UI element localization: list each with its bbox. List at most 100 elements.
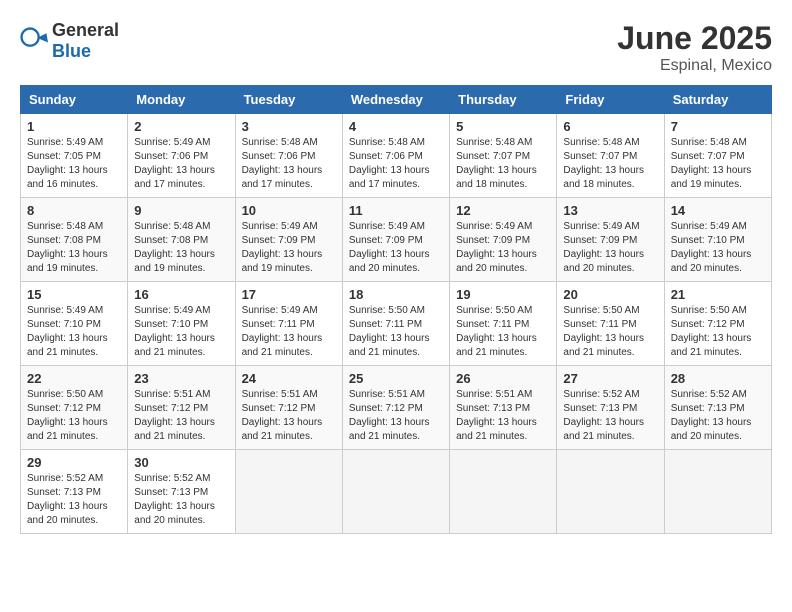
calendar-week-row: 29 Sunrise: 5:52 AMSunset: 7:13 PMDayligh… <box>21 450 772 534</box>
day-number: 3 <box>242 119 336 134</box>
day-info: Sunrise: 5:49 AMSunset: 7:10 PMDaylight:… <box>671 220 765 276</box>
header-wednesday: Wednesday <box>342 86 449 114</box>
table-row: 1 Sunrise: 5:49 AMSunset: 7:05 PMDaylight… <box>21 114 128 198</box>
page-header: General Blue June 2025 Espinal, Mexico <box>20 20 772 75</box>
day-info: Sunrise: 5:50 AMSunset: 7:11 PMDaylight:… <box>456 304 550 360</box>
table-row: 16 Sunrise: 5:49 AMSunset: 7:10 PMDayligh… <box>128 282 235 366</box>
day-info: Sunrise: 5:48 AMSunset: 7:08 PMDaylight:… <box>27 220 121 276</box>
day-number: 14 <box>671 203 765 218</box>
header-sunday: Sunday <box>21 86 128 114</box>
title-area: June 2025 Espinal, Mexico <box>617 20 772 75</box>
logo-text-general: General <box>52 20 119 40</box>
day-number: 23 <box>134 371 228 386</box>
day-info: Sunrise: 5:48 AMSunset: 7:08 PMDaylight:… <box>134 220 228 276</box>
day-info: Sunrise: 5:52 AMSunset: 7:13 PMDaylight:… <box>134 472 228 528</box>
table-row <box>342 450 449 534</box>
day-info: Sunrise: 5:49 AMSunset: 7:10 PMDaylight:… <box>27 304 121 360</box>
month-title: June 2025 <box>617 20 772 57</box>
day-number: 1 <box>27 119 121 134</box>
day-info: Sunrise: 5:48 AMSunset: 7:07 PMDaylight:… <box>456 136 550 192</box>
table-row: 18 Sunrise: 5:50 AMSunset: 7:11 PMDayligh… <box>342 282 449 366</box>
day-number: 20 <box>563 287 657 302</box>
day-info: Sunrise: 5:49 AMSunset: 7:09 PMDaylight:… <box>563 220 657 276</box>
day-info: Sunrise: 5:52 AMSunset: 7:13 PMDaylight:… <box>27 472 121 528</box>
calendar-week-row: 8 Sunrise: 5:48 AMSunset: 7:08 PMDaylight… <box>21 198 772 282</box>
day-number: 5 <box>456 119 550 134</box>
day-number: 6 <box>563 119 657 134</box>
table-row <box>235 450 342 534</box>
calendar-week-row: 22Sunrise: 5:50 AMSunset: 7:12 PMDayligh… <box>21 366 772 450</box>
table-row: 24 Sunrise: 5:51 AMSunset: 7:12 PMDayligh… <box>235 366 342 450</box>
table-row: 14 Sunrise: 5:49 AMSunset: 7:10 PMDayligh… <box>664 198 771 282</box>
table-row: 13 Sunrise: 5:49 AMSunset: 7:09 PMDayligh… <box>557 198 664 282</box>
table-row: 21 Sunrise: 5:50 AMSunset: 7:12 PMDayligh… <box>664 282 771 366</box>
day-number: 13 <box>563 203 657 218</box>
day-info: Sunrise: 5:49 AMSunset: 7:10 PMDaylight:… <box>134 304 228 360</box>
day-info: Sunrise: 5:51 AMSunset: 7:12 PMDaylight:… <box>349 388 443 444</box>
table-row: 28 Sunrise: 5:52 AMSunset: 7:13 PMDayligh… <box>664 366 771 450</box>
day-info: Sunrise: 5:51 AMSunset: 7:12 PMDaylight:… <box>134 388 228 444</box>
header-saturday: Saturday <box>664 86 771 114</box>
table-row <box>450 450 557 534</box>
logo-icon <box>20 27 48 55</box>
table-row: 9 Sunrise: 5:48 AMSunset: 7:08 PMDaylight… <box>128 198 235 282</box>
table-row: 4Sunrise: 5:48 AMSunset: 7:06 PMDaylight… <box>342 114 449 198</box>
day-info: Sunrise: 5:51 AMSunset: 7:12 PMDaylight:… <box>242 388 336 444</box>
table-row: 15 Sunrise: 5:49 AMSunset: 7:10 PMDayligh… <box>21 282 128 366</box>
day-number: 30 <box>134 455 228 470</box>
day-number: 11 <box>349 203 443 218</box>
day-number: 7 <box>671 119 765 134</box>
day-info: Sunrise: 5:48 AMSunset: 7:06 PMDaylight:… <box>242 136 336 192</box>
table-row: 7 Sunrise: 5:48 AMSunset: 7:07 PMDaylight… <box>664 114 771 198</box>
day-number: 29 <box>27 455 121 470</box>
day-info: Sunrise: 5:50 AMSunset: 7:11 PMDaylight:… <box>563 304 657 360</box>
day-number: 12 <box>456 203 550 218</box>
table-row: 25 Sunrise: 5:51 AMSunset: 7:12 PMDayligh… <box>342 366 449 450</box>
table-row: 10Sunrise: 5:49 AMSunset: 7:09 PMDayligh… <box>235 198 342 282</box>
day-info: Sunrise: 5:52 AMSunset: 7:13 PMDaylight:… <box>671 388 765 444</box>
table-row: 20 Sunrise: 5:50 AMSunset: 7:11 PMDayligh… <box>557 282 664 366</box>
day-number: 8 <box>27 203 121 218</box>
day-number: 19 <box>456 287 550 302</box>
day-number: 9 <box>134 203 228 218</box>
day-number: 15 <box>27 287 121 302</box>
table-row: 19 Sunrise: 5:50 AMSunset: 7:11 PMDayligh… <box>450 282 557 366</box>
table-row: 11Sunrise: 5:49 AMSunset: 7:09 PMDayligh… <box>342 198 449 282</box>
day-info: Sunrise: 5:49 AMSunset: 7:05 PMDaylight:… <box>27 136 121 192</box>
header-tuesday: Tuesday <box>235 86 342 114</box>
day-number: 25 <box>349 371 443 386</box>
day-info: Sunrise: 5:48 AMSunset: 7:07 PMDaylight:… <box>671 136 765 192</box>
day-number: 4 <box>349 119 443 134</box>
day-number: 27 <box>563 371 657 386</box>
calendar-week-row: 15 Sunrise: 5:49 AMSunset: 7:10 PMDayligh… <box>21 282 772 366</box>
day-number: 24 <box>242 371 336 386</box>
day-info: Sunrise: 5:52 AMSunset: 7:13 PMDaylight:… <box>563 388 657 444</box>
day-number: 26 <box>456 371 550 386</box>
location-title: Espinal, Mexico <box>617 57 772 75</box>
day-info: Sunrise: 5:51 AMSunset: 7:13 PMDaylight:… <box>456 388 550 444</box>
table-row <box>664 450 771 534</box>
day-info: Sunrise: 5:50 AMSunset: 7:12 PMDaylight:… <box>671 304 765 360</box>
day-info: Sunrise: 5:48 AMSunset: 7:07 PMDaylight:… <box>563 136 657 192</box>
table-row: 17Sunrise: 5:49 AMSunset: 7:11 PMDayligh… <box>235 282 342 366</box>
day-number: 21 <box>671 287 765 302</box>
calendar-table: Sunday Monday Tuesday Wednesday Thursday… <box>20 85 772 534</box>
table-row: 8 Sunrise: 5:48 AMSunset: 7:08 PMDaylight… <box>21 198 128 282</box>
header-thursday: Thursday <box>450 86 557 114</box>
table-row: 5 Sunrise: 5:48 AMSunset: 7:07 PMDaylight… <box>450 114 557 198</box>
day-number: 18 <box>349 287 443 302</box>
day-info: Sunrise: 5:50 AMSunset: 7:12 PMDaylight:… <box>27 388 121 444</box>
day-number: 28 <box>671 371 765 386</box>
day-info: Sunrise: 5:50 AMSunset: 7:11 PMDaylight:… <box>349 304 443 360</box>
day-info: Sunrise: 5:49 AMSunset: 7:09 PMDaylight:… <box>456 220 550 276</box>
table-row: 23 Sunrise: 5:51 AMSunset: 7:12 PMDayligh… <box>128 366 235 450</box>
header-monday: Monday <box>128 86 235 114</box>
table-row: 6 Sunrise: 5:48 AMSunset: 7:07 PMDaylight… <box>557 114 664 198</box>
day-number: 16 <box>134 287 228 302</box>
day-number: 2 <box>134 119 228 134</box>
table-row: 12 Sunrise: 5:49 AMSunset: 7:09 PMDayligh… <box>450 198 557 282</box>
day-info: Sunrise: 5:49 AMSunset: 7:09 PMDaylight:… <box>242 220 336 276</box>
calendar-week-row: 1 Sunrise: 5:49 AMSunset: 7:05 PMDaylight… <box>21 114 772 198</box>
table-row: 26 Sunrise: 5:51 AMSunset: 7:13 PMDayligh… <box>450 366 557 450</box>
header-friday: Friday <box>557 86 664 114</box>
